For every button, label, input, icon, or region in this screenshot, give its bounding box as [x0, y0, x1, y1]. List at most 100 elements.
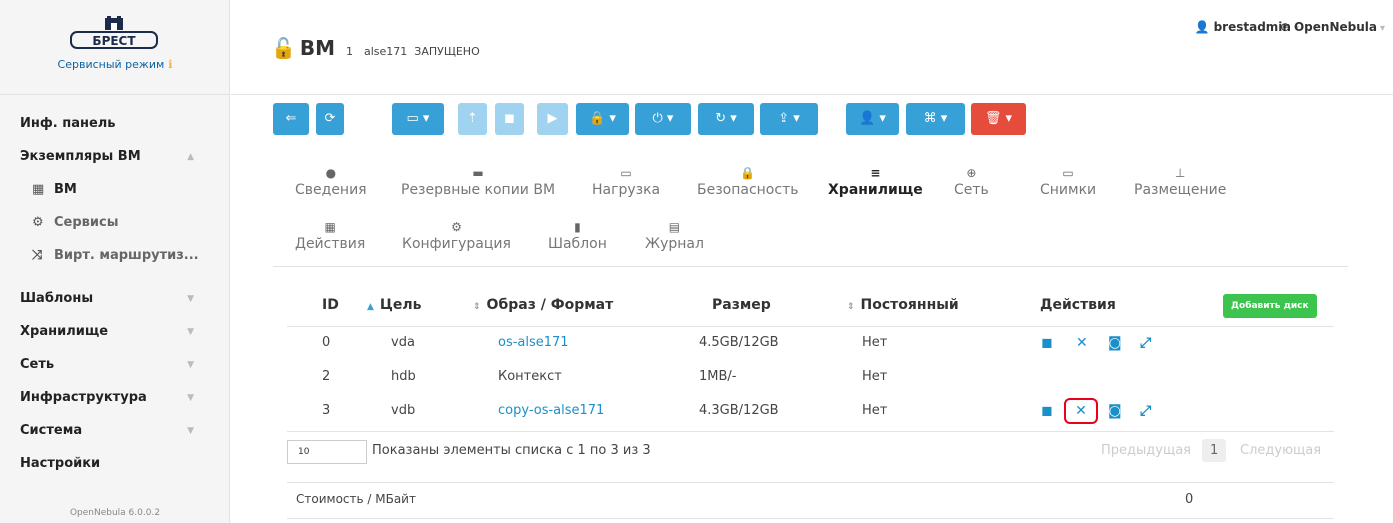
tab-placement[interactable]: ⊥ Размещение	[1134, 166, 1226, 198]
sidebar-item-infrastructure[interactable]: Инфраструктура ▼	[0, 384, 230, 417]
disk-persistent: Нет	[862, 403, 888, 418]
owner-dropdown-button[interactable]: 👤 ▾	[846, 103, 899, 135]
delete-dropdown-button[interactable]: 🗑 ▾	[971, 103, 1026, 135]
page-1-button[interactable]: 1	[1202, 439, 1227, 462]
camera-icon[interactable]: ◙	[1108, 403, 1122, 419]
sidebar-item-vm-instances[interactable]: Экземпляры ВМ ▲	[0, 143, 230, 176]
refresh-button[interactable]: ⟳	[316, 103, 344, 135]
vm-name: alse171	[364, 45, 408, 58]
column-header-size[interactable]: Размер	[712, 286, 771, 326]
page-length-select[interactable]: 10	[287, 440, 367, 464]
disk-size: 1MB/-	[699, 369, 737, 384]
chevron-down-icon: ▼	[187, 327, 194, 337]
tab-network[interactable]: ⊕ Сеть	[954, 166, 989, 198]
column-header-id[interactable]: ID	[322, 286, 339, 326]
database-icon: ≡	[870, 166, 881, 180]
logo[interactable]: БРЕСТ Сервисный режим ℹ	[0, 0, 230, 95]
cost-label: Стоимость / МБайт	[296, 492, 416, 506]
power-dropdown-button[interactable]: ⏻ ▾	[635, 103, 691, 135]
unlock-icon[interactable]: 🔓	[271, 36, 296, 60]
labels-dropdown-button[interactable]: ⌘ ▾	[906, 103, 965, 135]
sort-asc-icon: ▲	[367, 302, 374, 312]
save-vm-button[interactable]: ◼	[495, 103, 524, 135]
sidebar-item-network[interactable]: Сеть ▼	[0, 351, 230, 384]
next-page-button[interactable]: Следующая	[1240, 443, 1321, 458]
vm-state: ЗАПУЩЕНО	[414, 45, 480, 58]
sidebar-item-storage[interactable]: Хранилище ▼	[0, 318, 230, 351]
tab-backups[interactable]: ▬ Резервные копии ВМ	[401, 166, 555, 198]
disk-size: 4.3GB/12GB	[699, 403, 779, 418]
tab-security[interactable]: 🔒 Безопасность	[697, 166, 798, 198]
close-icon[interactable]: ✕	[1076, 335, 1088, 351]
table-info: Показаны элементы списка с 1 по 3 из 3	[372, 443, 651, 458]
sidebar-item-services[interactable]: ⚙ Сервисы	[0, 209, 230, 242]
sidebar: БРЕСТ Сервисный режим ℹ Инф. панель Экзем…	[0, 0, 230, 523]
sidebar-nav: Инф. панель Экземпляры ВМ ▲ ▦ ВМ ⚙ Сервисы …	[0, 110, 230, 483]
disk-id: 3	[322, 403, 331, 418]
tab-configuration[interactable]: ⚙ Конфигурация	[402, 220, 511, 252]
tab-log[interactable]: ▤ Журнал	[645, 220, 704, 252]
resize-icon[interactable]: ⤢	[1140, 335, 1151, 351]
camera-icon[interactable]: ◙	[1108, 335, 1122, 351]
lock-dropdown-button[interactable]: 🔒 ▾	[576, 103, 629, 135]
back-to-list-button[interactable]: ⇐	[273, 103, 309, 135]
zone-menu[interactable]: ⊕ OpenNebula ▾	[1280, 20, 1385, 34]
tab-info[interactable]: ● Сведения	[295, 166, 367, 198]
migrate-dropdown-button[interactable]: ⇪ ▾	[760, 103, 818, 135]
file-text-icon: ▤	[668, 220, 681, 234]
tab-template[interactable]: ▮ Шаблон	[548, 220, 607, 252]
chevron-down-icon: ▼	[187, 360, 194, 370]
sidebar-item-dashboard[interactable]: Инф. панель	[0, 110, 230, 143]
save-icon[interactable]: ◼	[1041, 335, 1053, 351]
sort-icon: ⇕	[847, 302, 855, 312]
reboot-dropdown-button[interactable]: ↻ ▾	[698, 103, 754, 135]
disk-image[interactable]: copy-os-alse171	[498, 403, 604, 418]
grid-icon: ▦	[32, 182, 45, 197]
sidebar-item-system[interactable]: Система ▼	[0, 417, 230, 450]
disk-target: vda	[391, 335, 415, 350]
chevron-down-icon: ▼	[187, 294, 194, 304]
tab-storage[interactable]: ≡ Хранилище	[828, 166, 923, 198]
column-header-image[interactable]: ⇕ Образ / Формат	[473, 286, 613, 326]
disk-target: hdb	[391, 369, 416, 384]
disk-image: Контекст	[498, 369, 562, 384]
cost-value: 0	[1185, 492, 1194, 507]
sort-icon: ⇕	[473, 302, 481, 312]
deploy-button[interactable]: ⇡	[458, 103, 487, 135]
column-header-actions: Действия	[1040, 297, 1116, 313]
lock-icon: 🔒	[740, 166, 756, 180]
close-icon[interactable]: ✕	[1064, 398, 1098, 424]
info-icon: ℹ	[168, 58, 173, 71]
resize-icon[interactable]: ⤢	[1140, 403, 1151, 419]
chevron-down-icon: ▼	[187, 393, 194, 403]
tab-snapshots[interactable]: ▭ Снимки	[1040, 166, 1096, 198]
tab-capacity[interactable]: ▭ Нагрузка	[592, 166, 660, 198]
disk-persistent: Нет	[862, 335, 888, 350]
page-title: 🔓 ВМ 1 alse171 ЗАПУЩЕНО	[271, 36, 480, 60]
version-label: OpenNebula 6.0.0.2	[69, 508, 161, 518]
header: 🔓 ВМ 1 alse171 ЗАПУЩЕНО 👤 brestadmin ▾ ⊕ O…	[231, 0, 1393, 95]
play-button[interactable]: ▶	[537, 103, 568, 135]
svg-text:БРЕСТ: БРЕСТ	[92, 34, 136, 48]
tab-actions[interactable]: ▦ Действия	[295, 220, 365, 252]
calendar-icon: ▦	[324, 220, 336, 234]
sidebar-item-settings[interactable]: Настройки	[0, 450, 230, 483]
vnc-dropdown-button[interactable]: ▭ ▾	[392, 103, 444, 135]
disk-id: 2	[322, 369, 331, 384]
sidebar-item-virtual-routers[interactable]: ⤨ Вирт. маршрутиз...	[0, 242, 230, 275]
disk-image[interactable]: os-alse171	[498, 335, 569, 350]
add-disk-button[interactable]: Добавить диск	[1223, 294, 1317, 318]
archive-icon: ▬	[472, 166, 484, 180]
column-header-target[interactable]: ▲ Цель	[367, 286, 422, 326]
disk-id: 0	[322, 335, 331, 350]
caret-down-icon: ▾	[1379, 23, 1385, 34]
tabs: ● Сведения ▬ Резервные копии ВМ ▭ Нагрузка …	[273, 160, 1348, 267]
column-header-persistent[interactable]: ⇕ Постоянный	[847, 286, 959, 326]
sidebar-item-vms[interactable]: ▦ ВМ	[0, 176, 230, 209]
sidebar-item-templates[interactable]: Шаблоны ▼	[0, 285, 230, 318]
save-icon[interactable]: ◼	[1041, 403, 1053, 419]
previous-page-button[interactable]: Предыдущая	[1101, 443, 1191, 458]
cog-icon: ⚙	[451, 220, 462, 234]
sitemap-icon: ⊥	[1174, 166, 1186, 180]
globe-icon: ⊕	[966, 166, 977, 180]
